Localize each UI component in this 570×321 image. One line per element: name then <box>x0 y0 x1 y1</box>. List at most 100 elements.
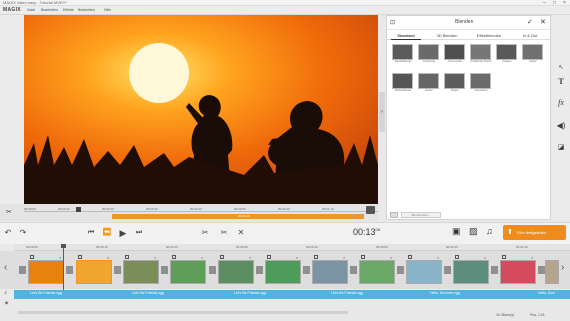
clip-delete-icon[interactable]: × <box>531 255 533 260</box>
effect-tile[interactable] <box>418 44 439 60</box>
cursor-icon[interactable]: ↖ <box>556 63 566 73</box>
transition-slot[interactable] <box>350 266 357 274</box>
horizontal-scrollbar[interactable] <box>18 311 348 314</box>
clip-checkbox[interactable] <box>314 255 318 259</box>
audio-track[interactable] <box>14 290 570 299</box>
clip-delete-icon[interactable]: × <box>249 255 251 260</box>
tab-in-out[interactable]: In & Out <box>513 31 547 40</box>
clip-checkbox[interactable] <box>267 255 271 259</box>
transition-slot[interactable] <box>19 266 26 274</box>
effects-list-button[interactable]: Blendenliste... <box>401 212 441 218</box>
text-icon[interactable]: T <box>556 77 566 87</box>
camera-icon[interactable]: ▣ <box>452 226 461 237</box>
transition-slot[interactable] <box>66 266 73 274</box>
clip-checkbox[interactable] <box>172 255 176 259</box>
clip-thumbnail[interactable] <box>265 260 301 284</box>
effect-tile[interactable] <box>444 73 465 89</box>
clip-checkbox[interactable] <box>502 255 506 259</box>
forward-button[interactable]: ⏭ <box>134 227 144 239</box>
fx-icon[interactable]: fx <box>556 98 566 108</box>
music-icon[interactable]: ♫ <box>486 226 493 236</box>
collapse-arrow-icon[interactable]: › <box>379 92 385 132</box>
confirm-icon[interactable]: ✓ <box>527 18 533 26</box>
clip-thumbnail[interactable] <box>123 260 159 284</box>
transition-slot[interactable] <box>209 266 216 274</box>
clip-checkbox[interactable] <box>408 255 412 259</box>
effect-tile[interactable] <box>392 44 413 60</box>
scroll-left-icon[interactable]: ‹ <box>4 262 7 273</box>
audio-segment[interactable]: Let's Be Friends.ogg <box>331 291 363 295</box>
audio-segment[interactable]: Let's Be Friends.ogg <box>132 291 164 295</box>
panel-mini-icon[interactable] <box>390 212 398 218</box>
clip-thumbnail[interactable] <box>500 260 536 284</box>
clip-checkbox[interactable] <box>220 255 224 259</box>
effect-tile[interactable] <box>392 73 413 89</box>
clip-checkbox[interactable] <box>30 255 34 259</box>
audio-segment[interactable]: Hello, Summer.ogg <box>430 291 460 295</box>
effect-tile[interactable] <box>418 73 439 89</box>
preview-range-bar[interactable]: 00:00:18 <box>112 214 364 219</box>
transition-slot[interactable] <box>491 266 498 274</box>
delete-button[interactable]: ✕ <box>236 227 246 239</box>
preview-playhead[interactable] <box>76 207 81 212</box>
clip-checkbox[interactable] <box>455 255 459 259</box>
clip-delete-icon[interactable]: × <box>390 255 392 260</box>
menu-datei[interactable]: Datei <box>27 8 35 12</box>
effect-tile[interactable] <box>522 44 543 60</box>
clip-checkbox[interactable] <box>78 255 82 259</box>
clip-thumbnail[interactable] <box>453 260 489 284</box>
clip-delete-icon[interactable]: × <box>107 255 109 260</box>
rewind-button[interactable]: ⏪ <box>102 227 112 239</box>
transition-slot[interactable] <box>444 266 451 274</box>
undo-button[interactable]: ↶ <box>3 227 13 239</box>
menu-hilfe[interactable]: Hilfe <box>104 8 111 12</box>
video-preview[interactable] <box>24 15 378 217</box>
clip-thumbnail[interactable] <box>359 260 395 284</box>
clip-delete-icon[interactable]: × <box>201 255 203 260</box>
trim-button[interactable]: ✂ <box>219 227 229 239</box>
clip-thumbnail[interactable] <box>545 260 559 284</box>
effect-tile[interactable] <box>496 44 517 60</box>
transition-slot[interactable] <box>256 266 263 274</box>
export-button[interactable]: ⬆ Film fertigstellen <box>503 225 566 240</box>
transition-slot[interactable] <box>538 266 545 274</box>
transition-slot[interactable] <box>114 266 121 274</box>
clip-checkbox[interactable] <box>125 255 129 259</box>
menu-bearbeiten-2[interactable]: Bearbeiten <box>78 8 95 12</box>
menu-bearbeiten[interactable]: Bearbeiten <box>41 8 58 12</box>
close-icon[interactable]: ✕ <box>540 18 546 26</box>
playhead-handle[interactable] <box>61 244 66 248</box>
scroll-right-icon[interactable]: › <box>561 262 564 273</box>
clip-thumbnail[interactable] <box>312 260 348 284</box>
clip-delete-icon[interactable]: × <box>59 255 61 260</box>
tab-effektblenden[interactable]: Effektblenden <box>469 31 509 40</box>
clip-thumbnail[interactable] <box>28 260 64 284</box>
transition-slot[interactable] <box>303 266 310 274</box>
clip-thumbnail[interactable] <box>218 260 254 284</box>
transition-slot[interactable] <box>397 266 404 274</box>
clip-delete-icon[interactable]: × <box>343 255 345 260</box>
effect-tile[interactable] <box>470 73 491 89</box>
play-button[interactable]: ▶ <box>118 227 128 239</box>
clip-delete-icon[interactable]: × <box>154 255 156 260</box>
clip-thumbnail-selected[interactable] <box>76 260 112 284</box>
tab-3d-blenden[interactable]: 3D Blenden <box>429 31 465 40</box>
effect-tile[interactable] <box>444 44 465 60</box>
color-icon[interactable]: ◪ <box>556 143 566 153</box>
audio-segment[interactable]: Let's Be Friends.ogg <box>234 291 266 295</box>
to-start-button[interactable]: ⏮ <box>86 227 96 239</box>
clip-thumbnail[interactable] <box>170 260 206 284</box>
split-button[interactable]: ✂ <box>200 227 210 239</box>
panel-icon[interactable]: ⊡ <box>390 19 395 26</box>
volume-icon[interactable]: ◀) <box>556 121 566 131</box>
tab-standard[interactable]: Standard <box>391 31 421 40</box>
audio-segment[interactable]: Let's Be Friends.ogg <box>30 291 62 295</box>
clip-delete-icon[interactable]: × <box>437 255 439 260</box>
menu-effekte[interactable]: Effekte <box>63 8 74 12</box>
fullscreen-icon[interactable] <box>366 206 375 214</box>
clip-checkbox[interactable] <box>361 255 365 259</box>
timeline-ruler[interactable]: 00:00:00 00:00:10 00:00:20 00:00:30 00:0… <box>14 244 570 251</box>
clip-thumbnail[interactable] <box>406 260 442 284</box>
clip-delete-icon[interactable]: × <box>484 255 486 260</box>
clip-delete-icon[interactable]: × <box>296 255 298 260</box>
